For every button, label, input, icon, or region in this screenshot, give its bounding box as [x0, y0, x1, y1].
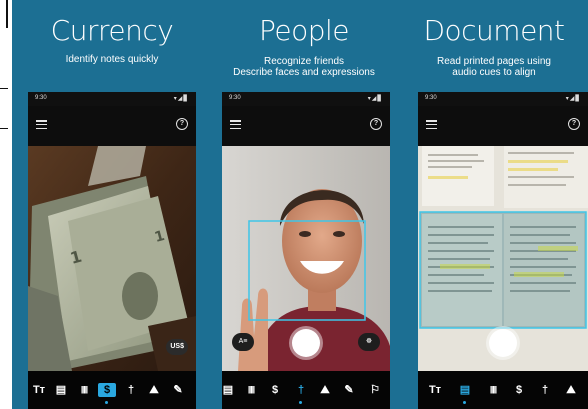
app-bar: ? — [28, 106, 196, 146]
shutter-button[interactable] — [489, 329, 517, 357]
adjacent-window-edge — [0, 0, 8, 409]
subtitle-line: audio cues to align — [452, 67, 536, 78]
hamburger-menu-icon[interactable] — [426, 120, 437, 130]
help-icon[interactable]: ? — [568, 118, 580, 130]
person-icon[interactable]: † — [536, 383, 554, 397]
color-icon[interactable]: ⚐ — [366, 383, 384, 397]
short-text-icon[interactable]: Tт — [30, 383, 48, 397]
banknotes-image: 1 1 — [28, 146, 196, 371]
describe-scene-chip[interactable]: A≡ — [232, 333, 254, 351]
currency-icon[interactable]: $ — [510, 383, 528, 397]
subtitle-line: Read printed pages using — [437, 56, 551, 67]
barcode-icon[interactable]: ||||| — [75, 383, 93, 397]
help-icon[interactable]: ? — [370, 118, 382, 130]
help-icon[interactable]: ? — [176, 118, 188, 130]
currency-badge[interactable]: US$ — [166, 339, 188, 355]
camera-viewfinder — [418, 146, 588, 371]
barcode-icon[interactable]: ||||| — [484, 383, 502, 397]
panel-title: People — [258, 14, 350, 47]
handwriting-icon[interactable]: ✎ — [169, 383, 187, 397]
scene-icon[interactable]: ⛰ — [145, 383, 163, 397]
active-mode-indicator — [299, 401, 302, 404]
scene-icon[interactable]: ⛰ — [316, 383, 334, 397]
active-mode-indicator — [463, 401, 466, 404]
status-time: 9:30 — [35, 95, 47, 101]
subtitle-line: Describe faces and expressions — [233, 67, 375, 78]
panel-title: Currency — [50, 14, 174, 47]
app-bar: ? — [418, 106, 588, 146]
signal-battery-icon: ▾◢▊ — [367, 96, 383, 102]
handwriting-icon[interactable]: ✎ — [340, 383, 358, 397]
mode-toolbar: Tт ▤ ||||| $ † ⛰ — [418, 371, 588, 409]
edge-line — [6, 0, 8, 28]
camera-viewfinder: A≡ ☸ — [222, 146, 390, 371]
signal-battery-icon: ▾◢▊ — [173, 96, 189, 102]
status-bar: 9:30 ▾◢▊ — [418, 92, 588, 106]
short-text-icon[interactable]: Tт — [426, 383, 444, 397]
add-person-chip[interactable]: ☸ — [358, 333, 380, 351]
currency-icon[interactable]: $ — [266, 383, 284, 397]
signal-battery-icon: ▾◢▊ — [565, 96, 581, 102]
mode-toolbar: ▤ ||||| $ † ⛰ ✎ ⚐ — [222, 371, 390, 409]
panel-subtitle: Read printed pages using audio cues to a… — [400, 56, 588, 78]
barcode-icon[interactable]: ||||| — [242, 383, 260, 397]
edge-line — [0, 128, 8, 129]
panel-title: Document — [423, 14, 565, 47]
mode-toolbar: Tт ▤ ||||| $ † ⛰ ✎ — [28, 371, 196, 409]
scene-icon[interactable]: ⛰ — [562, 383, 580, 397]
subtitle-line: Recognize friends — [263, 56, 345, 67]
panel-subtitle: Identify notes quickly — [12, 54, 212, 65]
app-bar: ? — [222, 106, 390, 146]
status-time: 9:30 — [229, 95, 241, 101]
status-bar: 9:30 ▾◢▊ — [222, 92, 390, 106]
phone-screen: 9:30 ▾◢▊ ? — [418, 92, 588, 409]
phone-screen: 9:30 ▾◢▊ ? — [28, 92, 196, 409]
edge-line — [0, 88, 8, 89]
panel-subtitle: Recognize friends Describe faces and exp… — [208, 56, 400, 78]
status-bar: 9:30 ▾◢▊ — [28, 92, 196, 106]
document-panel: Document Read printed pages using audio … — [400, 0, 588, 409]
hamburger-menu-icon[interactable] — [230, 120, 241, 130]
document-icon[interactable]: ▤ — [52, 383, 70, 397]
phone-screen: 9:30 ▾◢▊ ? — [222, 92, 390, 409]
person-icon[interactable]: † — [292, 383, 310, 397]
currency-icon[interactable]: $ — [98, 383, 116, 397]
document-icon[interactable]: ▤ — [456, 383, 474, 397]
currency-panel: Currency Identify notes quickly 9:30 ▾◢▊… — [12, 0, 212, 409]
people-panel: People Recognize friends Describe faces … — [208, 0, 400, 409]
camera-viewfinder: 1 1 US$ — [28, 146, 196, 371]
subtitle-line: Identify notes quickly — [65, 54, 159, 65]
person-icon[interactable]: † — [122, 383, 140, 397]
status-time: 9:30 — [425, 95, 437, 101]
document-icon[interactable]: ▤ — [222, 383, 237, 397]
hamburger-menu-icon[interactable] — [36, 120, 47, 130]
promo-banner: Currency Identify notes quickly 9:30 ▾◢▊… — [12, 0, 588, 409]
active-mode-indicator — [105, 401, 108, 404]
shutter-button[interactable] — [292, 329, 320, 357]
